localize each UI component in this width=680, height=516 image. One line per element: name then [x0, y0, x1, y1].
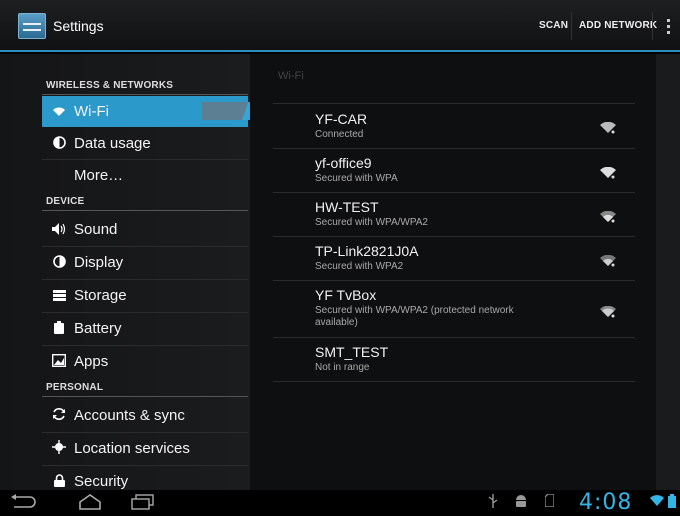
sidebar-item-battery[interactable]: Battery: [42, 313, 248, 344]
sidebar-item-label: Storage: [74, 287, 127, 304]
sidebar-item-display[interactable]: Display: [42, 247, 248, 278]
divider: [273, 103, 635, 104]
android-debug-icon: [515, 494, 527, 513]
sidebar-item-label: Sound: [74, 221, 118, 238]
wifi-signal-icon: [600, 121, 616, 134]
divider: [273, 192, 635, 193]
settings-app-icon[interactable]: [18, 13, 46, 39]
speaker-icon: [46, 222, 72, 238]
add-network-button[interactable]: ADD NETWORK: [579, 20, 657, 31]
lock-icon: [46, 473, 72, 490]
status-clock: 4:08: [579, 490, 633, 515]
network-item[interactable]: TP-Link2821J0A Secured with WPA2: [315, 243, 615, 273]
network-status: Secured with WPA2: [315, 261, 404, 272]
wifi-signal-icon: [600, 254, 616, 267]
usb-icon: [488, 494, 498, 513]
sidebar-item-label: Wi-Fi: [74, 103, 109, 120]
sidebar-item-sound[interactable]: Sound: [42, 214, 248, 245]
scrollbar-track[interactable]: [656, 54, 680, 490]
sidebar-item-label: Apps: [74, 353, 109, 370]
sidebar-item-label: Battery: [74, 320, 122, 337]
network-item[interactable]: SMT_TEST Not in range: [315, 344, 615, 374]
sidebar-item-wifi[interactable]: Wi-Fi ON: [42, 96, 286, 127]
divider: [42, 94, 248, 95]
sidebar-item-label: Location services: [74, 440, 190, 457]
wifi-signal-icon: [600, 210, 616, 223]
network-item[interactable]: yf-office9 Secured with WPA: [315, 155, 615, 185]
home-icon[interactable]: [78, 494, 102, 515]
app-title: Settings: [53, 18, 104, 34]
wifi-section-title: Wi-Fi: [278, 70, 304, 82]
network-ssid: YF-CAR: [315, 111, 368, 127]
divider: [273, 381, 635, 382]
category-device: DEVICE: [46, 196, 85, 207]
action-separator: [652, 12, 653, 40]
wifi-icon: [46, 104, 72, 120]
divider: [273, 236, 635, 237]
sidebar-item-data-usage[interactable]: Data usage: [42, 128, 248, 159]
sidebar-item-label: More…: [74, 167, 124, 184]
data-usage-icon: [46, 135, 72, 152]
divider: [273, 148, 635, 149]
divider: [42, 210, 248, 211]
sidebar-item-storage[interactable]: Storage: [42, 280, 248, 311]
category-personal: PERSONAL: [46, 382, 104, 393]
network-status: Secured with WPA/WPA2: [315, 217, 428, 228]
wifi-signal-icon: [600, 305, 616, 318]
network-item[interactable]: YF-CAR Connected: [315, 111, 615, 141]
apps-icon: [46, 353, 72, 370]
network-status: Connected: [315, 129, 364, 140]
location-icon: [46, 440, 72, 457]
action-bar: Settings SCAN ADD NETWORK: [0, 0, 680, 52]
network-item[interactable]: HW-TEST Secured with WPA/WPA2: [315, 199, 615, 229]
network-item[interactable]: YF TvBox Secured with WPA/WPA2 (protecte…: [315, 287, 615, 329]
wifi-status-icon: [650, 494, 664, 512]
scan-button[interactable]: SCAN: [539, 20, 568, 31]
system-bar: 4:08: [0, 490, 680, 516]
network-ssid: YF TvBox: [315, 287, 377, 303]
toggle-off-track: [202, 102, 248, 120]
network-status: Secured with WPA: [315, 173, 398, 184]
recent-apps-icon[interactable]: [131, 494, 155, 515]
divider: [273, 280, 635, 281]
network-ssid: SMT_TEST: [315, 344, 389, 360]
back-icon[interactable]: [10, 494, 36, 515]
sidebar-item-accounts-sync[interactable]: Accounts & sync: [42, 400, 248, 431]
sidebar-item-label: Data usage: [74, 135, 151, 152]
network-ssid: TP-Link2821J0A: [315, 243, 419, 259]
storage-icon: [46, 288, 72, 304]
sidebar-item-label: Display: [74, 254, 124, 271]
divider: [273, 337, 635, 338]
battery-status-icon: [668, 494, 676, 513]
network-ssid: yf-office9: [315, 155, 372, 171]
network-ssid: HW-TEST: [315, 199, 379, 215]
sd-card-icon: [544, 493, 555, 512]
battery-icon: [46, 320, 72, 337]
divider: [42, 396, 248, 397]
sidebar-item-location-services[interactable]: Location services: [42, 433, 248, 464]
network-status: Secured with WPA/WPA2 (protected network…: [315, 305, 514, 328]
display-icon: [46, 254, 72, 271]
wifi-signal-icon: [600, 166, 616, 179]
sync-icon: [46, 407, 72, 424]
category-wireless-networks: WIRELESS & NETWORKS: [46, 80, 174, 91]
overflow-menu-icon[interactable]: [662, 18, 674, 36]
network-status: Not in range: [315, 362, 370, 373]
sidebar-item-label: Security: [74, 473, 129, 490]
sidebar-item-more[interactable]: More…: [42, 160, 248, 191]
sidebar-item-apps[interactable]: Apps: [42, 346, 248, 377]
sidebar-item-label: Accounts & sync: [74, 407, 185, 424]
action-separator: [571, 12, 572, 40]
